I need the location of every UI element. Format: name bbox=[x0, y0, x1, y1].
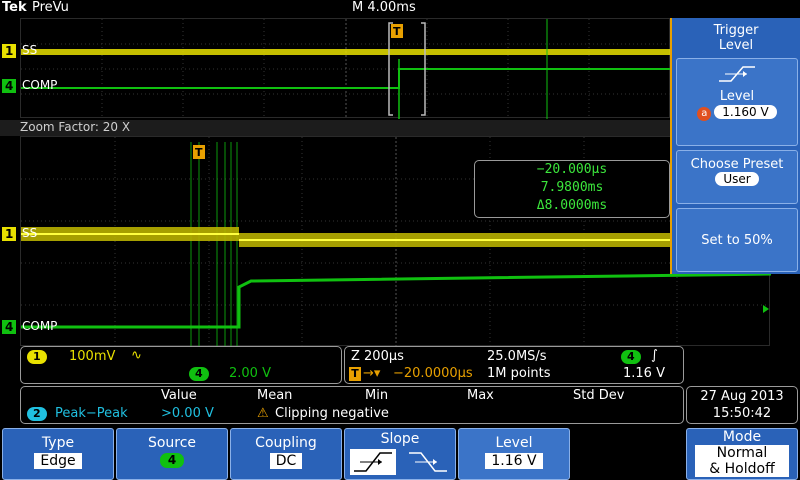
ch1-marker-overview[interactable]: 1 bbox=[2, 44, 17, 58]
level-button[interactable]: Level 1.16 V bbox=[458, 428, 570, 480]
zoom-scale: Z 200µs bbox=[351, 349, 404, 364]
trigger-level-status: 1.16 V bbox=[623, 366, 665, 381]
coupling-value: DC bbox=[269, 453, 303, 469]
type-value: Edge bbox=[34, 453, 82, 469]
trigger-position-arrow-icon: →▾ bbox=[363, 366, 381, 381]
cursor-readout-line2: 7.9800ms bbox=[540, 180, 604, 195]
date: 27 Aug 2013 bbox=[700, 389, 784, 404]
choose-preset-label: Choose Preset bbox=[690, 157, 784, 172]
falling-slope-icon[interactable] bbox=[405, 449, 451, 475]
source-label: Source bbox=[147, 435, 197, 451]
set-to-50-button[interactable]: Set to 50% bbox=[676, 208, 798, 272]
mode-value-line2: & Holdoff bbox=[695, 461, 789, 477]
level-label: Level bbox=[495, 435, 533, 451]
type-button[interactable]: Type Edge bbox=[2, 428, 114, 480]
ch4-label-overview: COMP bbox=[22, 78, 58, 92]
measurement-box[interactable]: Value Mean Min Max Std Dev 2 Peak−Peak >… bbox=[20, 386, 684, 424]
side-menu-title-line1: Trigger bbox=[713, 23, 759, 38]
source-value: 4 bbox=[159, 453, 185, 468]
measure-header-min: Min bbox=[365, 388, 389, 403]
measure-value: >0.00 V bbox=[161, 406, 214, 421]
trigger-source-badge: 4 bbox=[621, 350, 641, 364]
measure-type: Peak−Peak bbox=[55, 406, 128, 421]
level-side-button[interactable]: Level a 1.160 V bbox=[676, 58, 798, 146]
mode-button[interactable]: Mode Normal & Holdoff bbox=[686, 428, 798, 480]
measure-header-value: Value bbox=[161, 388, 197, 403]
coupling-button[interactable]: Coupling DC bbox=[230, 428, 342, 480]
source-button[interactable]: Source 4 bbox=[116, 428, 228, 480]
bandwidth-limit-icon: ∿ bbox=[131, 348, 142, 363]
ch4-marker-overview[interactable]: 4 bbox=[2, 79, 17, 93]
cursor-readout: −20.000µs 7.9800ms Δ8.0000ms bbox=[474, 160, 670, 218]
time: 15:50:42 bbox=[712, 406, 772, 421]
side-menu-title-line2: Level bbox=[718, 38, 754, 53]
measure-header-max: Max bbox=[467, 388, 494, 403]
warning-icon: ⚠ bbox=[257, 406, 269, 421]
rising-edge-icon bbox=[719, 66, 755, 82]
level-side-value: 1.160 V bbox=[714, 105, 777, 119]
svg-text:T: T bbox=[393, 25, 401, 38]
cursor-readout-delta: Δ8.0000ms bbox=[536, 198, 608, 213]
slope-label: Slope bbox=[380, 431, 420, 447]
type-label: Type bbox=[41, 435, 75, 451]
measure-header-mean: Mean bbox=[257, 388, 293, 403]
ch1-label-overview: SS bbox=[22, 43, 38, 57]
svg-text:T: T bbox=[195, 146, 203, 159]
ch1-scale: 100mV bbox=[69, 349, 116, 364]
overview-waveform-display[interactable]: T bbox=[20, 18, 671, 119]
ch1-marker-zoom[interactable]: 1 bbox=[2, 227, 17, 241]
acquisition-mode: PreVu bbox=[32, 0, 69, 15]
measure-header-std-dev: Std Dev bbox=[573, 388, 625, 403]
channel-status-box[interactable]: 1 100mV ∿ 4 2.00 V bbox=[20, 346, 342, 384]
ch4-marker-zoom[interactable]: 4 bbox=[2, 320, 17, 334]
ch1-status-badge: 1 bbox=[27, 350, 47, 364]
choose-preset-button[interactable]: Choose Preset User bbox=[676, 150, 798, 204]
sample-rate: 25.0MS/s bbox=[487, 349, 547, 364]
ch1-label-zoom: SS bbox=[22, 226, 38, 240]
level-side-label: Level bbox=[719, 89, 755, 104]
slope-button[interactable]: Slope bbox=[344, 428, 456, 480]
side-menu-title: Trigger Level bbox=[672, 23, 800, 53]
horizontal-trigger-status-box[interactable]: Z 200µs 25.0MS/s 4 ∫ T →▾ −20.0000µs 1M … bbox=[344, 346, 684, 384]
zoom-factor-label: Zoom Factor: 20 X bbox=[20, 120, 131, 134]
record-length: 1M points bbox=[487, 366, 551, 381]
choose-preset-value: User bbox=[715, 172, 759, 186]
multipurpose-knob-a-icon: a bbox=[697, 107, 712, 121]
mode-label: Mode bbox=[722, 429, 762, 445]
trigger-level-side-menu: Trigger Level Level a 1.160 V Choose Pres… bbox=[670, 18, 800, 274]
ch4-status-badge: 4 bbox=[189, 367, 209, 381]
timebase-readout: M 4.00ms bbox=[352, 0, 416, 15]
overview-graticule: T bbox=[21, 19, 671, 119]
trigger-position: −20.0000µs bbox=[393, 366, 473, 381]
mode-value-line1: Normal bbox=[695, 445, 789, 461]
ch4-scale: 2.00 V bbox=[229, 366, 271, 381]
trigger-position-icon: T bbox=[349, 367, 361, 381]
level-value: 1.16 V bbox=[485, 453, 543, 469]
cursor-readout-line1: −20.000µs bbox=[536, 162, 608, 177]
ch4-label-zoom: COMP bbox=[22, 319, 58, 333]
clipping-warning: Clipping negative bbox=[275, 406, 389, 421]
trigger-slope-icon: ∫ bbox=[651, 348, 658, 363]
rising-slope-icon[interactable] bbox=[349, 449, 396, 475]
ch2-measure-badge: 2 bbox=[27, 407, 47, 421]
coupling-label: Coupling bbox=[255, 435, 317, 451]
brand-logo: Tek bbox=[2, 0, 27, 15]
date-time-box: 27 Aug 2013 15:50:42 bbox=[686, 386, 798, 424]
